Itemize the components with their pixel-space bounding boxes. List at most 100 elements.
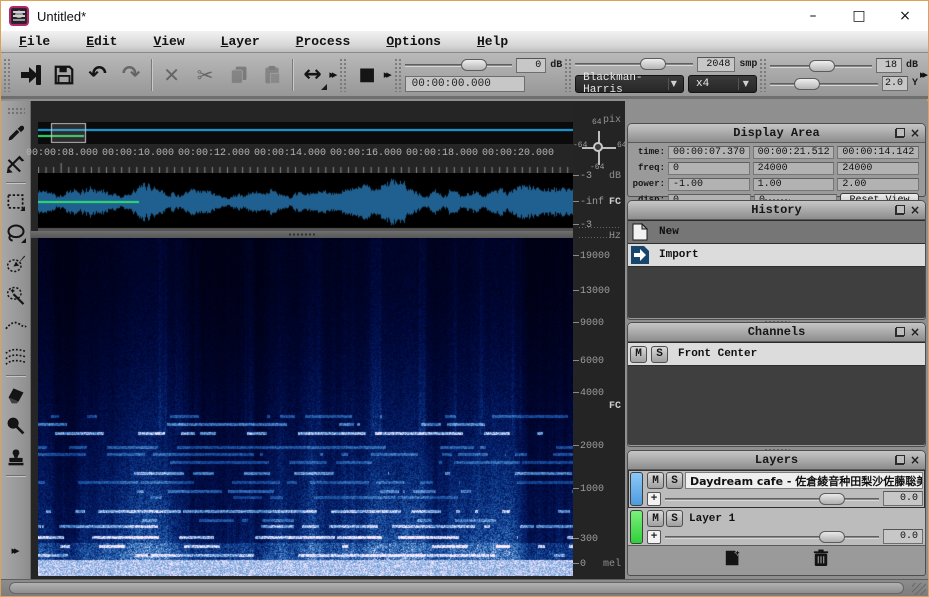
history-item-new[interactable]: New	[628, 221, 925, 244]
float-panel-icon[interactable]	[895, 205, 905, 215]
timeline-ruler[interactable]: 00:00:08.000 00:00:10.000 00:00:12.000 0…	[38, 145, 573, 162]
freq-select-tool[interactable]	[3, 310, 29, 341]
float-panel-icon[interactable]	[895, 128, 905, 138]
power-gamma-field[interactable]: 2.00	[837, 178, 919, 191]
new-layer-button[interactable]	[724, 549, 742, 572]
channel-row-front-center[interactable]: M S Front Center	[628, 343, 925, 366]
fft-size-slider[interactable]	[575, 57, 693, 71]
channels-header[interactable]: Channels ×	[628, 323, 925, 342]
fft-size-value[interactable]: 2048	[697, 57, 735, 72]
expand-layer-button[interactable]: +	[647, 492, 661, 506]
history-header[interactable]: History ×	[628, 201, 925, 220]
minimize-button[interactable]: –	[790, 1, 836, 31]
solo-button[interactable]: S	[666, 510, 683, 527]
layer-gain-slider[interactable]	[665, 530, 879, 544]
mute-button[interactable]: M	[647, 472, 664, 489]
layer-color-strip[interactable]	[630, 510, 643, 544]
gamma-slider[interactable]	[770, 77, 878, 91]
layer-row-layer1[interactable]: M S Layer 1 + 0.0	[628, 508, 925, 546]
more-tools-icon[interactable]: ▸▸	[11, 544, 19, 557]
rect-select-tool[interactable]	[3, 186, 29, 217]
gamma-value[interactable]: 2.0	[882, 76, 908, 91]
delete-button[interactable]: ✕	[155, 58, 189, 92]
toolbar-grip[interactable]	[564, 58, 573, 92]
power-min-field[interactable]: -1.00	[668, 178, 750, 191]
menu-file[interactable]: File	[1, 31, 68, 52]
paste-button[interactable]	[255, 58, 289, 92]
volume-value[interactable]: 0	[516, 58, 546, 73]
freq-end-field[interactable]: 24000	[753, 162, 835, 175]
time-span-field[interactable]: 00:00:14.142	[837, 146, 919, 159]
undo-button[interactable]: ↶	[81, 58, 115, 92]
horizontal-scrollbar-thumb[interactable]	[9, 582, 904, 594]
expand-layer-button[interactable]: +	[647, 530, 661, 544]
menu-view[interactable]: View	[135, 31, 202, 52]
save-button[interactable]	[47, 58, 81, 92]
time-start-field[interactable]: 00:00:07.370	[668, 146, 750, 159]
close-panel-icon[interactable]: ×	[910, 128, 920, 138]
close-panel-icon[interactable]: ×	[910, 327, 920, 337]
time-end-field[interactable]: 00:00:21.512	[753, 146, 835, 159]
gain-value[interactable]: 18	[876, 58, 902, 73]
stamp-tool[interactable]	[3, 441, 29, 472]
float-panel-icon[interactable]	[895, 455, 905, 465]
magic-wand-tool[interactable]	[3, 279, 29, 310]
layer-name[interactable]: Daydream cafe - 佐倉綾音种田梨沙佐藤聡美内	[685, 472, 923, 489]
time-position-field[interactable]: 00:00:00.000	[405, 76, 525, 92]
layer-row-daydream[interactable]: M S Daydream cafe - 佐倉綾音种田梨沙佐藤聡美内 + 0.0	[628, 470, 925, 508]
wave-spectro-splitter[interactable]	[31, 231, 573, 238]
harmonics-select-tool[interactable]	[3, 341, 29, 372]
redo-button[interactable]: ↷	[114, 58, 148, 92]
move-select-tool[interactable]	[3, 248, 29, 279]
eraser-tool[interactable]	[3, 379, 29, 410]
tool-sidebar-grip[interactable]	[7, 107, 25, 115]
display-area-header[interactable]: Display Area ×	[628, 124, 925, 143]
menu-help[interactable]: Help	[459, 31, 526, 52]
pan-center-knob[interactable]	[593, 142, 603, 152]
layer-gain-slider[interactable]	[665, 492, 879, 506]
menu-options[interactable]: Options	[368, 31, 459, 52]
eyedropper-tool[interactable]	[3, 117, 29, 148]
transform-mode-button[interactable]: ↔	[296, 58, 330, 92]
close-button[interactable]: ×	[882, 1, 928, 31]
float-panel-icon[interactable]	[895, 327, 905, 337]
layers-header[interactable]: Layers ×	[628, 451, 925, 470]
window-resize-grip[interactable]	[912, 583, 926, 595]
zoom-tool[interactable]	[3, 410, 29, 441]
oversample-select[interactable]: x4 ▼	[688, 75, 757, 93]
menu-process[interactable]: Process	[278, 31, 369, 52]
lasso-select-tool[interactable]	[3, 217, 29, 248]
delete-layer-button[interactable]	[813, 549, 829, 572]
toolbar-grip[interactable]	[759, 58, 768, 92]
freq-span-field[interactable]: 24000	[837, 162, 919, 175]
solo-button[interactable]: S	[651, 346, 668, 363]
history-item-import[interactable]: Import	[628, 244, 925, 267]
layer-gain-value[interactable]: 0.0	[883, 491, 923, 506]
mute-button[interactable]: M	[630, 346, 647, 363]
window-function-select[interactable]: Blackman-Harris ▼	[575, 75, 684, 93]
import-button[interactable]	[14, 58, 48, 92]
freq-start-field[interactable]: 0	[668, 162, 750, 175]
cut-button[interactable]: ✂	[188, 58, 222, 92]
mute-button[interactable]: M	[647, 510, 664, 527]
maximize-button[interactable]: □	[836, 1, 882, 31]
expand-group-icon[interactable]: ▸▸	[329, 68, 337, 81]
menu-layer[interactable]: Layer	[203, 31, 278, 52]
expand-group-icon[interactable]: ▸▸	[384, 68, 392, 81]
menu-edit[interactable]: Edit	[68, 31, 135, 52]
expand-toolbar-icon[interactable]: ▸▸	[920, 68, 928, 81]
close-panel-icon[interactable]: ×	[910, 205, 920, 215]
volume-slider[interactable]	[405, 58, 513, 72]
stop-button[interactable]: ■	[350, 58, 384, 92]
measure-tool[interactable]	[3, 148, 29, 179]
copy-button[interactable]	[222, 58, 256, 92]
layer-name[interactable]: Layer 1	[685, 510, 923, 527]
waveform-view[interactable]	[38, 173, 573, 231]
spectrogram-view[interactable]	[38, 238, 573, 576]
power-max-field[interactable]: 1.00	[753, 178, 835, 191]
gain-slider[interactable]	[770, 59, 872, 73]
close-panel-icon[interactable]: ×	[910, 455, 920, 465]
toolbar-grip[interactable]	[339, 58, 348, 92]
toolbar-grip[interactable]	[394, 58, 403, 92]
layer-color-strip[interactable]	[630, 472, 643, 506]
